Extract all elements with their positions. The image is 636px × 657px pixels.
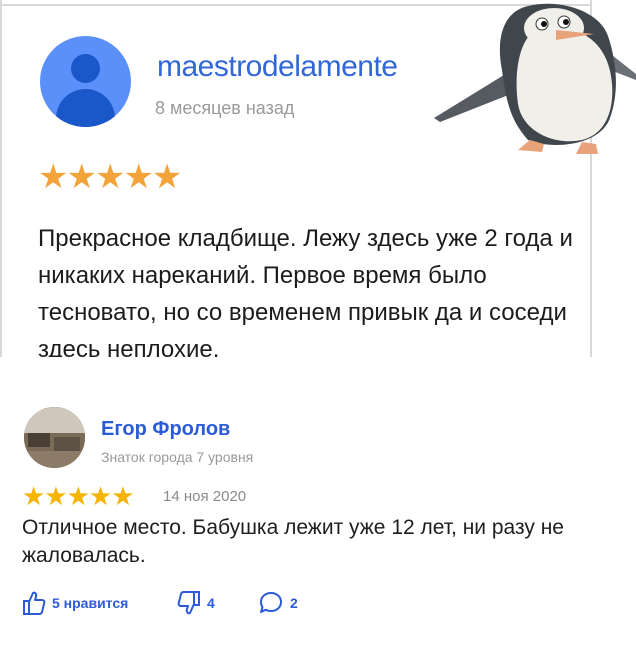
person-icon-body: [56, 89, 115, 127]
review-date: 14 ноя 2020: [163, 488, 247, 505]
review-text: Прекрасное кладбище. Лежу здесь уже 2 го…: [38, 225, 573, 357]
google-review-card: maestrodelamente 8 месяцев назад ★★★★★ П…: [0, 0, 636, 357]
author-name[interactable]: maestrodelamente: [157, 50, 398, 84]
star-rating: ★★★★★: [38, 158, 182, 196]
author-level: Знаток города 7 уровня: [101, 449, 254, 465]
author-name[interactable]: Егор Фролов: [101, 418, 230, 441]
thumbs-down-icon: [177, 591, 200, 615]
like-button[interactable]: 5 нравится: [22, 589, 128, 617]
card-left-border: [0, 0, 2, 357]
dislike-count: 4: [207, 595, 215, 611]
star-rating: ★★★★★: [22, 481, 135, 511]
like-count-label: 5 нравится: [52, 595, 129, 611]
penguin-sticker: [434, 3, 636, 154]
comment-bubble-icon: [260, 592, 282, 613]
review-text: Отличное место. Бабушка лежит уже 12 лет…: [22, 516, 564, 567]
dislike-button[interactable]: 4: [177, 589, 215, 617]
comments-button[interactable]: 2: [258, 589, 298, 617]
person-icon: [71, 54, 100, 83]
review-time: 8 месяцев назад: [155, 98, 295, 118]
avatar[interactable]: [24, 407, 85, 468]
thumbs-up-icon: [23, 591, 46, 615]
yandex-review-card: Егор Фролов Знаток города 7 уровня ★★★★★…: [0, 357, 636, 657]
comment-count: 2: [290, 595, 298, 611]
avatar[interactable]: [40, 36, 131, 127]
